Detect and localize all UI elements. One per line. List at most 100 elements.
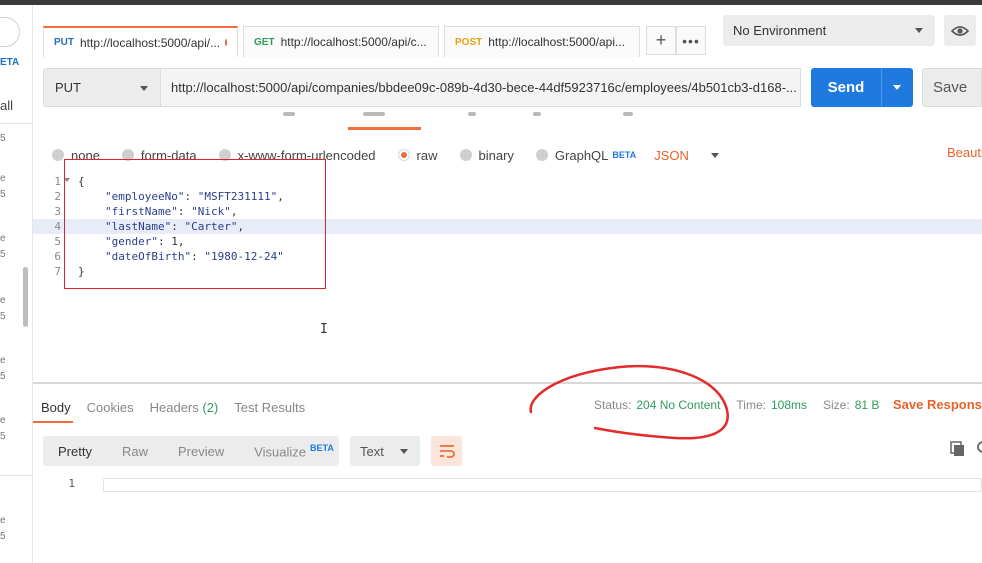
new-tab-button[interactable]: + <box>646 26 676 55</box>
view-pretty[interactable]: Pretty <box>43 444 107 459</box>
tab-response-cookies[interactable]: Cookies <box>87 400 134 415</box>
line-number: 1 <box>68 477 75 490</box>
chevron-down-icon <box>400 449 408 454</box>
annotation-scribble <box>529 364 729 440</box>
chevron-down-icon <box>710 152 719 158</box>
sidebar-item-fragment[interactable]: e <box>0 415 6 426</box>
response-body-empty[interactable] <box>103 478 982 492</box>
line-number: 5 <box>54 235 61 248</box>
tab-fragment[interactable] <box>283 112 295 116</box>
environment-select[interactable]: No Environment <box>723 15 935 46</box>
headers-count: (2) <box>202 400 219 415</box>
sidebar-search-input[interactable] <box>0 17 20 47</box>
beta-badge: BETA <box>310 442 334 453</box>
tab-method: GET <box>254 36 275 48</box>
sidebar-item-fragment[interactable]: 5 <box>0 189 6 200</box>
editor-gutter: 1 2 3 4 5 6 7 <box>33 173 63 381</box>
url-text: http://localhost:5000/api/companies/bbde… <box>171 80 797 95</box>
radio-icon <box>459 149 472 161</box>
view-visualize[interactable]: Visualize BETA <box>239 443 349 459</box>
beautify-link[interactable]: Beauti <box>947 145 982 160</box>
view-raw[interactable]: Raw <box>107 444 163 459</box>
pane-divider[interactable] <box>33 382 982 384</box>
line-number: 6 <box>54 250 61 263</box>
tab-fragment[interactable] <box>533 112 541 116</box>
tab-get-request[interactable]: GET http://localhost:5000/api/c... <box>243 26 439 57</box>
sidebar-item-fragment[interactable]: e <box>0 173 6 184</box>
sidebar-all-tab[interactable]: all <box>0 98 13 113</box>
tab-response-headers[interactable]: Headers (2) <box>150 400 219 415</box>
sidebar-divider <box>0 123 32 124</box>
radio-selected-icon <box>397 149 410 161</box>
tab-test-results[interactable]: Test Results <box>234 400 305 415</box>
plus-icon: + <box>655 30 667 50</box>
wrap-lines-button[interactable] <box>431 436 462 466</box>
request-tabs-strip <box>33 112 982 130</box>
sidebar-item-fragment[interactable]: 5 <box>0 311 6 322</box>
tab-fragment[interactable] <box>468 112 476 116</box>
radio-icon <box>52 149 64 161</box>
wrap-lines-icon <box>439 445 455 458</box>
send-options-button[interactable] <box>881 68 913 107</box>
time-value[interactable]: 108ms <box>771 398 807 412</box>
environment-quick-look-button[interactable] <box>944 15 976 46</box>
sidebar-item-fragment[interactable]: 5 <box>0 431 6 442</box>
time-label: Time: <box>736 398 766 412</box>
save-button[interactable]: Save <box>922 68 982 107</box>
send-button[interactable]: Send <box>811 68 881 107</box>
sidebar-item-fragment[interactable]: e <box>0 295 6 306</box>
radio-graphql[interactable]: GraphQL BETA <box>535 148 637 163</box>
sidebar-scrollbar[interactable] <box>23 267 28 327</box>
radio-raw[interactable]: raw <box>397 147 438 163</box>
beta-badge: BETA <box>612 150 637 160</box>
sidebar-beta-badge: ETA <box>0 57 20 68</box>
line-number: 1 <box>54 175 61 188</box>
line-number: 2 <box>54 190 61 203</box>
tab-options-button[interactable]: ••• <box>676 26 706 55</box>
chevron-down-icon <box>140 86 148 91</box>
method-select[interactable]: PUT <box>43 68 161 107</box>
tab-fragment[interactable] <box>623 112 633 116</box>
radio-label: raw <box>416 147 438 163</box>
view-preview[interactable]: Preview <box>163 444 239 459</box>
response-view-selector: Pretty Raw Preview Visualize BETA <box>43 436 339 466</box>
tab-fragment[interactable] <box>363 112 385 116</box>
size-label: Size: <box>823 398 850 412</box>
sidebar-item-fragment[interactable]: e <box>0 233 6 244</box>
sidebar-item-fragment[interactable]: 5 <box>0 133 6 144</box>
annotation-highlight-box <box>64 159 326 289</box>
tab-url: http://localhost:5000/api/c... <box>280 35 427 49</box>
radio-label: binary <box>478 147 514 163</box>
sidebar-item-fragment[interactable]: e <box>0 515 6 526</box>
response-tabs: Body Cookies Headers (2) Test Results <box>41 400 321 415</box>
radio-binary[interactable]: binary <box>459 147 514 163</box>
visualize-label: Visualize <box>254 444 307 460</box>
tab-response-body[interactable]: Body <box>41 400 71 415</box>
method-label: PUT <box>55 80 81 95</box>
sidebar-item-fragment[interactable]: 5 <box>0 249 6 260</box>
environment-label: No Environment <box>733 23 827 38</box>
save-response-button[interactable]: Save Response <box>893 397 982 412</box>
response-format-select[interactable]: Text <box>350 436 420 466</box>
size-value[interactable]: 81 B <box>855 398 880 412</box>
tab-method: POST <box>455 36 483 48</box>
tab-url: http://localhost:5000/api... <box>488 35 625 49</box>
tab-post-request[interactable]: POST http://localhost:5000/api... <box>444 26 640 57</box>
copy-icon[interactable] <box>950 441 966 457</box>
text-cursor-icon: I <box>320 322 328 337</box>
format-label: Text <box>360 443 384 459</box>
url-input[interactable]: http://localhost:5000/api/companies/bbde… <box>161 68 801 107</box>
search-icon[interactable] <box>975 441 982 457</box>
tab-put-request[interactable]: PUT http://localhost:5000/api/... <box>43 26 238 57</box>
more-horizontal-icon: ••• <box>682 32 700 49</box>
tab-method: PUT <box>54 37 74 48</box>
sidebar-item-fragment[interactable]: 5 <box>0 371 6 382</box>
body-format-select[interactable]: JSON <box>654 148 719 163</box>
headers-label: Headers <box>149 400 199 415</box>
sidebar-item-fragment[interactable]: 5 <box>0 531 6 542</box>
tab-url: http://localhost:5000/api/... <box>80 35 221 50</box>
line-number: 7 <box>54 265 61 278</box>
line-number: 3 <box>54 205 61 218</box>
sidebar-item-fragment[interactable]: e <box>0 355 6 366</box>
chevron-down-icon <box>915 28 923 33</box>
